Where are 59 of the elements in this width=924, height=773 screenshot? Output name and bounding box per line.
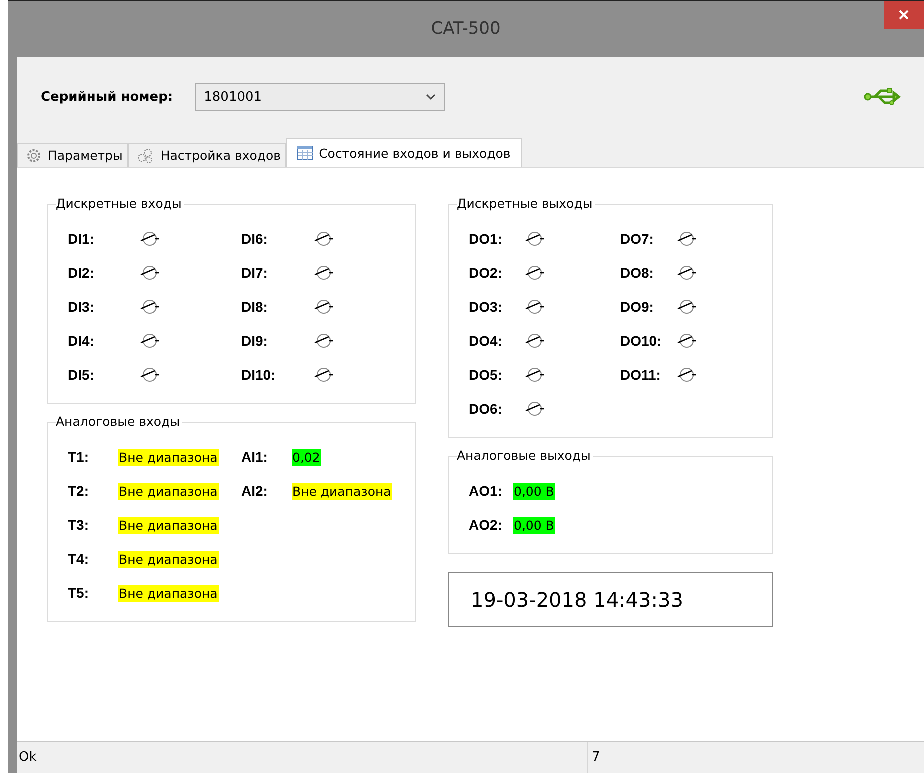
channel-value: Вне диапазона [118, 482, 219, 500]
status-text: 7 [591, 749, 600, 767]
channel-label: T1: [68, 449, 90, 465]
channel-label: DI7: [242, 265, 269, 281]
channel-value: Вне диапазона [118, 584, 219, 602]
channel-label: AO1: [469, 483, 504, 499]
channel-label: DO3: [469, 299, 504, 315]
channel-label: T5: [68, 585, 90, 601]
close-icon [899, 10, 909, 20]
channel-value: Вне диапазона [292, 482, 392, 500]
channel-value: Вне диапазона [118, 448, 219, 466]
channel-label: DI9: [242, 333, 269, 349]
channel-label: DO6: [469, 401, 504, 417]
table-icon [297, 146, 314, 160]
channel-value: 0,00 В [513, 516, 556, 534]
channel-label: DO4: [469, 333, 504, 349]
serial-label: Серийный номер: [41, 90, 174, 104]
group-title: Дискретные выходы [457, 196, 595, 212]
group-title: Аналоговые выходы [457, 448, 593, 464]
channel-label: DO11: [620, 367, 662, 383]
channel-label: DI3: [68, 299, 96, 315]
channel-label: DI6: [242, 231, 269, 247]
clock-display: 19-03-2018 14:43:33 [448, 572, 773, 627]
close-button[interactable] [884, 1, 924, 29]
tab[interactable]: Параметры [17, 143, 128, 167]
channel-label: T3: [68, 517, 90, 533]
channel-label: AI1: [242, 449, 269, 465]
channel-value: Вне диапазона [118, 550, 219, 568]
channel-value: 0,00 В [513, 482, 556, 500]
group-title: Аналоговые входы [56, 414, 182, 430]
group-title: Дискретные входы [56, 196, 184, 212]
channel-label: DI1: [68, 231, 96, 247]
window-title: CAT-500 [431, 19, 501, 39]
channel-label: DI8: [242, 299, 269, 315]
channel-label: DO5: [469, 367, 504, 383]
channel-label: T2: [68, 483, 90, 499]
channel-label: DI2: [68, 265, 96, 281]
channel-label: DO8: [620, 265, 655, 281]
status-text: Ok [17, 742, 588, 773]
channel-value: Вне диапазона [118, 516, 219, 534]
channel-label: DO1: [469, 231, 504, 247]
channel-value: 0,02 [292, 448, 322, 466]
tab[interactable]: Настройка входов [128, 143, 286, 167]
channel-label: DO9: [620, 299, 655, 315]
channel-label: T4: [68, 551, 90, 567]
usb-icon [864, 87, 902, 107]
channel-label: DO7: [620, 231, 655, 247]
chevron-down-icon [426, 94, 436, 100]
serial-dropdown[interactable]: 1801001 [195, 83, 446, 111]
channel-label: DI10: [242, 367, 277, 383]
channel-label: DI4: [68, 333, 96, 349]
channel-label: AI2: [242, 483, 269, 499]
channel-label: DO2: [469, 265, 504, 281]
channel-label: DO10: [620, 333, 663, 349]
tab[interactable]: Состояние входов и выходов [286, 138, 522, 167]
gears-icon [136, 148, 155, 164]
channel-label: DI5: [68, 367, 96, 383]
channel-label: AO2: [469, 517, 504, 533]
gear-icon [26, 148, 42, 164]
